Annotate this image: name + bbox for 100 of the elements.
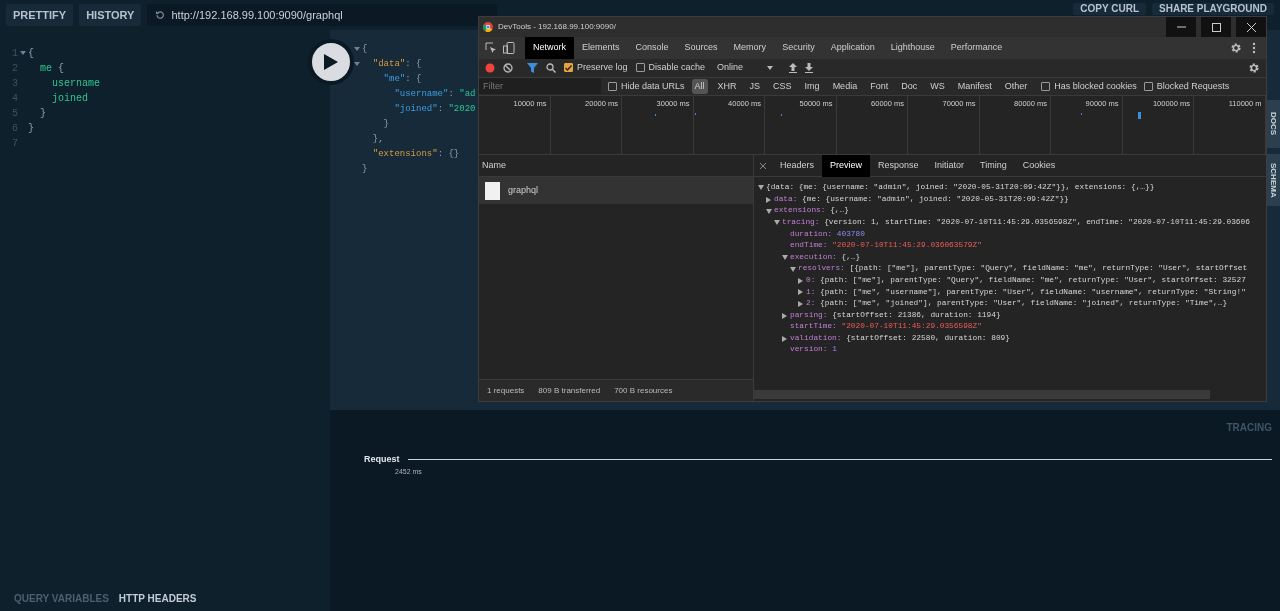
type-filter[interactable]: XHR [714, 78, 740, 94]
devtools-tab[interactable]: Lighthouse [882, 37, 943, 59]
tracing-label: Request [364, 453, 400, 466]
record-icon[interactable] [485, 62, 495, 73]
settings-icon[interactable] [1248, 61, 1260, 74]
detail-tab[interactable]: Headers [772, 155, 823, 177]
toolbar-button[interactable]: PRETTIFY [6, 4, 74, 26]
summary-text: 809 B transferred [538, 384, 601, 397]
code-line: } [39, 107, 46, 121]
type-filter[interactable]: Manifest [954, 78, 995, 94]
code-line: "me": { [382, 73, 422, 86]
detail-tab[interactable]: Timing [972, 155, 1015, 177]
checkbox[interactable] [564, 63, 573, 73]
filter-icon[interactable] [527, 62, 538, 73]
type-filter[interactable]: Doc [898, 78, 921, 94]
devtools-tab[interactable]: Console [627, 37, 677, 59]
minimize-button[interactable] [1166, 17, 1196, 37]
detail-tab[interactable]: Cookies [1014, 155, 1064, 177]
type-filter[interactable]: JS [746, 78, 764, 94]
more-icon[interactable] [1252, 42, 1256, 54]
request-marker [1081, 112, 1082, 115]
fold-icon[interactable] [20, 51, 26, 56]
code-line: username [51, 77, 100, 91]
type-filter[interactable]: Img [801, 78, 823, 94]
panel-tab[interactable]: HTTP HEADERS [118, 590, 197, 606]
type-filter[interactable]: WS [927, 78, 948, 94]
maximize-button[interactable] [1201, 17, 1231, 37]
detail-tab[interactable]: Response [870, 155, 927, 177]
reload-icon [155, 10, 166, 20]
checkbox-label: Has blocked cookies [1054, 79, 1137, 93]
code-line: }, [371, 133, 384, 146]
collapsed-icon[interactable] [798, 300, 803, 307]
download-icon[interactable] [805, 62, 814, 73]
devtools-tab[interactable]: Security [774, 37, 823, 59]
checkbox[interactable] [1143, 81, 1153, 91]
devtools-tab[interactable]: Performance [942, 37, 1011, 59]
type-filter[interactable]: Font [867, 78, 892, 94]
expanded-icon[interactable] [774, 220, 780, 226]
expanded-icon[interactable] [790, 266, 796, 272]
tracing-title: TRACING [1225, 421, 1272, 435]
clear-icon[interactable] [503, 62, 513, 73]
expanded-icon[interactable] [766, 208, 772, 214]
code-line: } [382, 118, 389, 131]
search-icon[interactable] [546, 62, 556, 73]
code-line: } [362, 163, 368, 176]
upload-icon[interactable] [789, 62, 798, 73]
check-icon [565, 64, 572, 71]
inspect-icon[interactable] [485, 42, 497, 54]
expanded-icon[interactable] [758, 185, 764, 191]
request-marker [1138, 111, 1141, 119]
fold-icon[interactable] [354, 62, 360, 67]
devtools-tab[interactable]: Elements [574, 37, 628, 59]
collapsed-icon[interactable] [798, 277, 803, 284]
checkbox[interactable] [635, 63, 645, 73]
close-icon [1246, 22, 1256, 32]
checkbox[interactable] [1041, 81, 1051, 91]
toolbar-button[interactable]: HISTORY [79, 4, 142, 26]
close-button[interactable] [1236, 17, 1266, 37]
detail-tab[interactable]: Preview [822, 155, 871, 177]
fold-icon[interactable] [354, 47, 360, 52]
collapsed-icon[interactable] [782, 312, 787, 319]
checkbox[interactable] [608, 81, 617, 91]
maximize-icon [1211, 22, 1221, 32]
close-icon[interactable] [760, 162, 766, 169]
collapsed-icon[interactable] [766, 196, 771, 203]
expanded-icon[interactable] [782, 255, 788, 261]
toolbar-button[interactable]: SHARE PLAYGROUND [1152, 3, 1274, 15]
filter-field[interactable]: Filter [479, 78, 601, 95]
checkbox-label: Blocked Requests [1156, 79, 1230, 93]
devtools-tab[interactable]: Memory [725, 37, 775, 59]
devtools-tab[interactable]: Network [525, 37, 574, 59]
detail-tab[interactable]: Initiator [926, 155, 973, 177]
window-title: DevTools - 192.168.99.100:9090/ [498, 21, 617, 33]
settings-icon[interactable] [1230, 42, 1242, 54]
type-filter[interactable]: Other [1001, 78, 1031, 94]
code-line: "data": { [371, 58, 422, 71]
request-marker [695, 112, 696, 115]
checkbox-label: Disable cache [648, 61, 706, 75]
url-field[interactable]: http://192.168.99.100:9090/graphql [147, 4, 498, 26]
request-marker [655, 113, 656, 116]
type-filter[interactable]: Media [829, 78, 861, 94]
checkbox-label: Hide data URLs [621, 79, 685, 93]
devtools-tab[interactable]: Sources [676, 37, 726, 59]
type-filter[interactable]: CSS [770, 78, 795, 94]
code-line: "joined": "2020 [393, 103, 476, 116]
code-line: "extensions": {} [371, 148, 460, 161]
collapsed-icon[interactable] [782, 335, 787, 342]
collapsed-icon[interactable] [798, 289, 803, 296]
type-filter[interactable]: All [691, 78, 708, 94]
throttle-dropdown[interactable]: Online [717, 61, 774, 75]
code-line: me { [39, 62, 65, 76]
devtools-tab[interactable]: Application [822, 37, 883, 59]
caret-icon [767, 65, 774, 70]
browser-logo-icon [483, 22, 493, 32]
code-line: { [362, 43, 368, 56]
device-icon[interactable] [503, 42, 515, 54]
checkbox-label: Preserve log [577, 61, 628, 75]
toolbar-button[interactable]: COPY CURL [1073, 3, 1146, 15]
column-header: Name [482, 158, 506, 172]
request-row[interactable]: graphql [479, 177, 753, 205]
